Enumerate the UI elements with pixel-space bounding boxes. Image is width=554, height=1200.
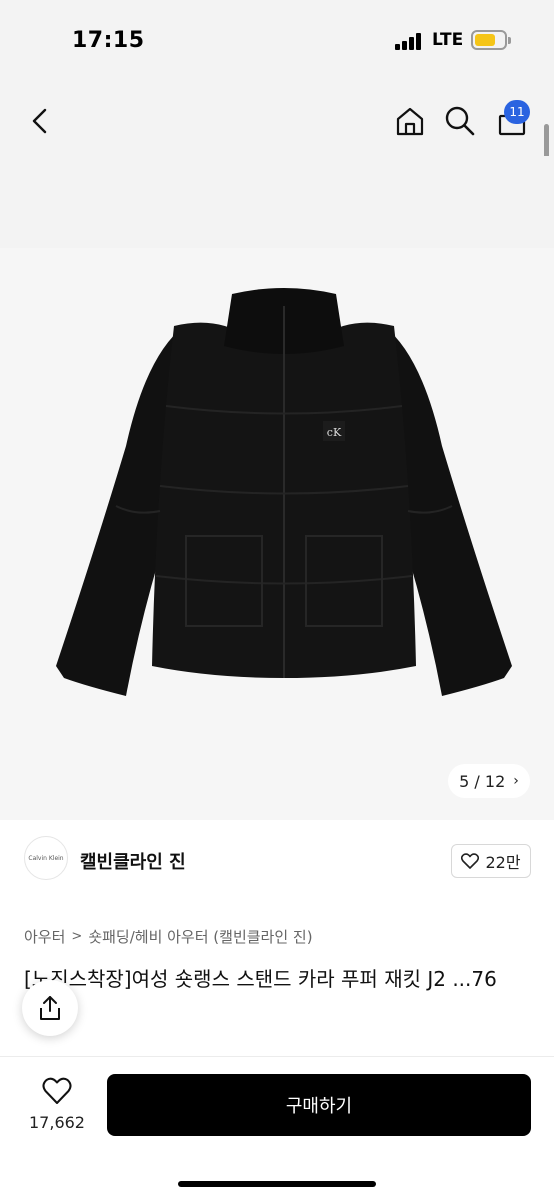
chevron-right-icon: > <box>71 929 83 944</box>
status-time: 17:15 <box>72 28 145 53</box>
home-button[interactable] <box>388 96 432 146</box>
share-icon <box>40 996 60 1020</box>
search-icon <box>445 106 475 136</box>
home-icon <box>396 107 424 136</box>
share-button[interactable] <box>22 980 78 1036</box>
back-button[interactable] <box>18 96 62 146</box>
top-navigation <box>0 86 554 156</box>
cart-count-badge: 11 <box>504 100 530 124</box>
battery-icon <box>471 30 511 50</box>
breadcrumb: 아우터 > 숏패딩/헤비 아우터 (캘빈클라인 진) <box>24 926 313 947</box>
breadcrumb-subcategory[interactable]: 숏패딩/헤비 아우터 (캘빈클라인 진) <box>88 928 312 946</box>
product-title: [노진스착장]여성 숏랭스 스탠드 카라 푸퍼 재킷 J2 ...76 BEH <box>24 967 497 1025</box>
chevron-left-icon <box>32 108 47 134</box>
wishlist-button[interactable]: 17,662 <box>22 1077 92 1132</box>
brand-logo-text: Calvin Klein <box>28 854 64 862</box>
search-button[interactable] <box>438 96 482 146</box>
image-pager[interactable]: 5 / 12 › <box>448 764 530 798</box>
buy-button[interactable]: 구매하기 <box>107 1074 531 1136</box>
pager-count: 5 / 12 <box>459 771 506 791</box>
signal-strength-icon <box>395 32 425 50</box>
black-puffer-jacket-image: cK <box>56 288 512 696</box>
heart-icon <box>461 853 480 869</box>
breadcrumb-category[interactable]: 아우터 <box>24 928 65 946</box>
brand-name-link[interactable]: 캘빈클라인 진 <box>80 848 186 874</box>
svg-text:cK: cK <box>327 426 342 439</box>
chevron-right-icon: › <box>513 773 519 789</box>
wishlist-count: 17,662 <box>29 1113 85 1132</box>
product-image-gallery[interactable]: cK 5 / 12 › <box>0 156 554 820</box>
brand-row: Calvin Klein 캘빈클라인 진 22만 <box>0 820 554 900</box>
status-bar: 17:15 LTE <box>0 0 554 86</box>
heart-icon <box>42 1077 72 1104</box>
bottom-action-bar: 17,662 구매하기 <box>0 1056 554 1200</box>
network-type: LTE <box>432 30 464 50</box>
home-indicator <box>178 1181 376 1187</box>
brand-like-count: 22만 <box>485 853 521 872</box>
brand-like-button[interactable]: 22만 <box>451 844 531 878</box>
brand-logo[interactable]: Calvin Klein <box>24 836 68 880</box>
